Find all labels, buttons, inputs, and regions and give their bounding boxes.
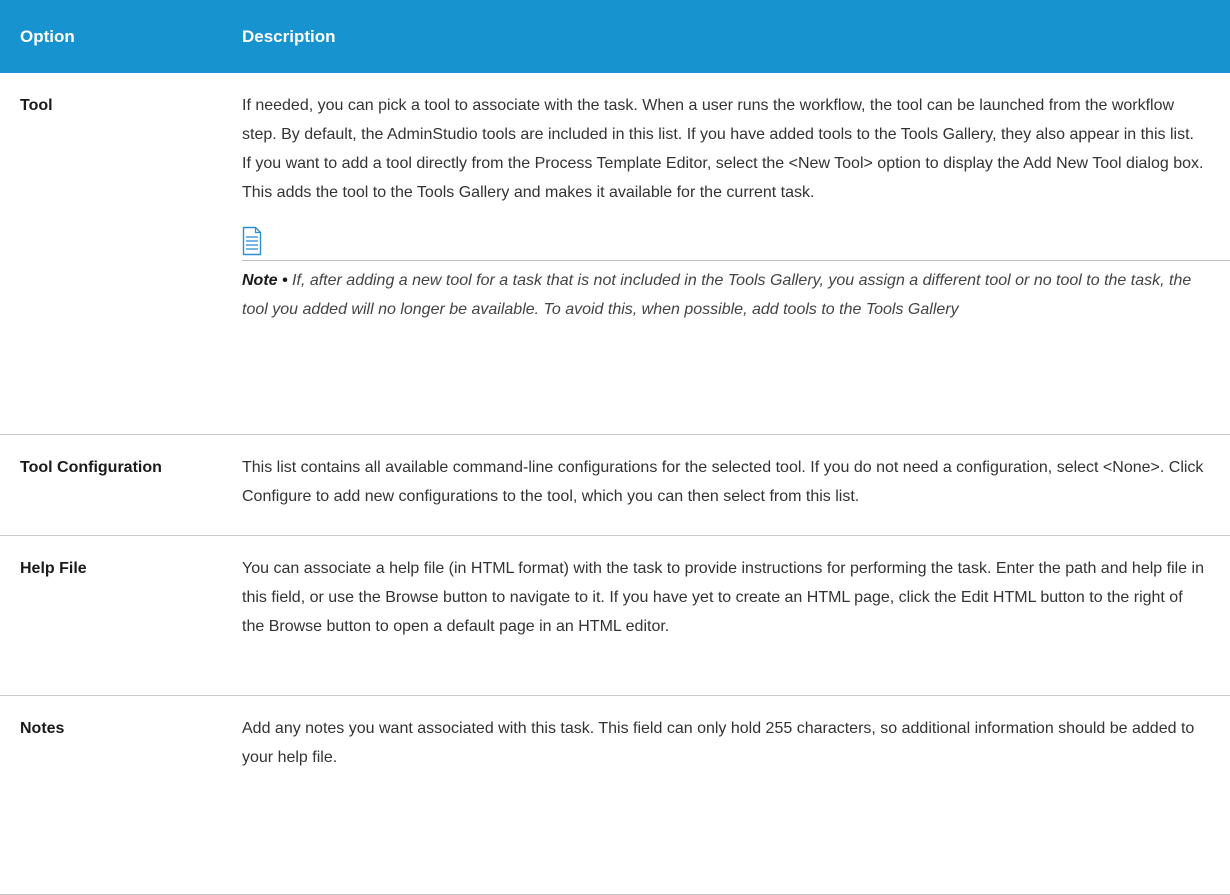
option-name: Help File — [0, 535, 218, 696]
option-description: Add any notes you want associated with t… — [218, 695, 1230, 895]
table-row: Tool If needed, you can pick a tool to a… — [0, 73, 1230, 435]
table-row: Tool Configuration This list contains al… — [0, 434, 1230, 536]
header-option: Option — [0, 0, 218, 73]
table-header: Option Description — [0, 0, 1230, 73]
note-body: If, after adding a new tool for a task t… — [242, 272, 1192, 318]
note-divider — [242, 260, 1230, 261]
note-text: Note • If, after adding a new tool for a… — [242, 266, 1206, 324]
header-description: Description — [218, 0, 1230, 73]
option-description: This list contains all available command… — [218, 434, 1230, 536]
note-label: Note • — [242, 272, 288, 289]
option-name: Tool — [0, 73, 218, 435]
option-name: Notes — [0, 695, 218, 895]
option-name: Tool Configuration — [0, 434, 218, 536]
option-description: You can associate a help file (in HTML f… — [218, 535, 1230, 696]
table-row: Notes Add any notes you want associated … — [0, 695, 1230, 895]
options-table: Option Description Tool If needed, you c… — [0, 0, 1230, 895]
table-row: Help File You can associate a help file … — [0, 535, 1230, 696]
option-description-cell: If needed, you can pick a tool to associ… — [218, 73, 1230, 435]
header-row: Option Description — [0, 0, 1230, 73]
document-icon — [242, 226, 262, 256]
option-description: If needed, you can pick a tool to associ… — [242, 97, 1204, 201]
